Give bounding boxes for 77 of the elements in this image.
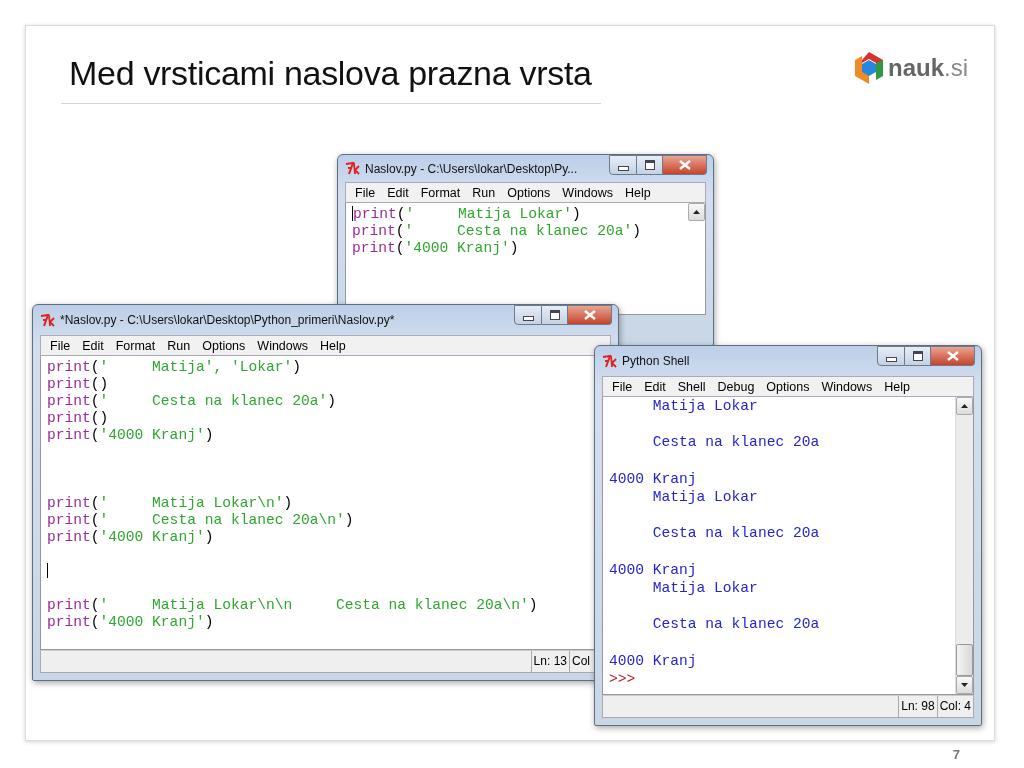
minimize-button[interactable] bbox=[609, 155, 637, 175]
code-line: print(' Matija Lokar\n\n Cesta na klanec 20a\n') bbox=[47, 596, 538, 613]
menu-item[interactable]: Format bbox=[414, 185, 467, 200]
up-arrow-icon bbox=[961, 404, 968, 408]
code-line: print() bbox=[47, 409, 109, 426]
output-line: 4000 Kranj bbox=[609, 470, 697, 487]
maximize-button[interactable] bbox=[637, 155, 663, 175]
close-button[interactable] bbox=[568, 305, 612, 325]
code-line: print('4000 Kranj') bbox=[47, 528, 214, 545]
output-line: Matija Lokar bbox=[651, 398, 758, 415]
menu-item[interactable]: Run bbox=[161, 338, 197, 353]
menu-item[interactable]: Edit bbox=[381, 185, 415, 200]
menu-item[interactable]: Run bbox=[466, 185, 502, 200]
output-line: 4000 Kranj bbox=[609, 561, 697, 578]
status-text: Col bbox=[569, 651, 592, 672]
status-text: Ln: 13 bbox=[530, 651, 569, 672]
status-text: Col: 4 bbox=[936, 696, 973, 717]
menu-item[interactable]: Windows bbox=[815, 379, 879, 394]
scrollbar-thumb[interactable] bbox=[956, 644, 973, 676]
code-line: print(' Cesta na klanec 20a') bbox=[47, 392, 337, 409]
output-line: Matija Lokar bbox=[651, 579, 758, 596]
scroll-up-button[interactable] bbox=[688, 203, 705, 221]
menu-item[interactable]: Edit bbox=[76, 338, 110, 353]
app-logo-icon bbox=[602, 353, 618, 369]
output-line: Cesta na klanec 20a bbox=[651, 525, 820, 542]
maximize-button[interactable] bbox=[542, 305, 568, 325]
menu-item[interactable]: Options bbox=[196, 338, 252, 353]
app-logo-icon bbox=[40, 312, 56, 328]
menu-item[interactable]: Options bbox=[501, 185, 557, 200]
menu-item[interactable]: Help bbox=[619, 185, 657, 200]
code-line: print() bbox=[47, 375, 109, 392]
close-button[interactable] bbox=[931, 346, 975, 366]
menu-item[interactable]: Windows bbox=[251, 338, 315, 353]
code-line: print(' Cesta na klanec 20a') bbox=[352, 222, 642, 239]
code-line: print(' Matija', 'Lokar') bbox=[47, 358, 301, 375]
logo-text: nauk.si bbox=[888, 54, 968, 82]
menu-item[interactable]: Debug bbox=[711, 379, 761, 394]
code-line: print(' Matija Lokar') bbox=[353, 205, 581, 222]
close-icon bbox=[946, 351, 959, 361]
menu-item[interactable]: Format bbox=[109, 338, 162, 353]
window-title: *Naslov.py - C:\Users\lokar\Desktop\Python_primeri\Naslov.py* bbox=[60, 313, 395, 327]
cube-logo-icon bbox=[853, 51, 885, 85]
menu-item[interactable]: Help bbox=[878, 379, 916, 394]
down-arrow-icon bbox=[961, 683, 968, 687]
window-title: Naslov.py - C:\Users\lokar\Desktop\Py... bbox=[365, 161, 578, 176]
menu-item[interactable]: Windows bbox=[556, 185, 620, 200]
close-icon bbox=[583, 310, 596, 320]
close-button[interactable] bbox=[663, 155, 707, 175]
slide-title: Med vrsticami naslova prazna vrsta bbox=[69, 53, 592, 93]
menu-item[interactable]: Options bbox=[760, 379, 816, 394]
menu-item[interactable]: Edit bbox=[638, 379, 672, 394]
close-icon bbox=[678, 160, 691, 170]
minimize-button[interactable] bbox=[514, 305, 542, 325]
output-line: 4000 Kranj bbox=[609, 652, 697, 669]
page-number: 7 bbox=[952, 747, 960, 762]
output-line: Cesta na klanec 20a bbox=[651, 616, 820, 633]
menu-item[interactable]: Shell bbox=[671, 379, 712, 394]
menu-item[interactable]: File bbox=[606, 379, 639, 394]
menu-item[interactable]: File bbox=[44, 338, 77, 353]
code-line: print(' Matija Lokar\n') bbox=[47, 494, 293, 511]
code-line: print(' Cesta na klanec 20a\n') bbox=[47, 511, 354, 528]
output-line: >>> bbox=[609, 670, 636, 687]
menu-item[interactable]: Help bbox=[314, 338, 352, 353]
code-line: print('4000 Kranj') bbox=[47, 613, 214, 630]
maximize-button[interactable] bbox=[905, 346, 931, 366]
window-title: Python Shell bbox=[622, 354, 690, 368]
output-line: Cesta na klanec 20a bbox=[651, 434, 820, 451]
up-arrow-icon bbox=[693, 210, 700, 214]
app-logo-icon bbox=[345, 161, 361, 176]
scroll-up-button[interactable] bbox=[956, 397, 973, 415]
code-line: print('4000 Kranj') bbox=[47, 426, 214, 443]
minimize-button[interactable] bbox=[877, 346, 905, 366]
scroll-down-button[interactable] bbox=[956, 676, 973, 694]
menu-item[interactable]: File bbox=[349, 185, 382, 200]
status-text: Ln: 98 bbox=[898, 696, 937, 717]
code-line: print('4000 Kranj') bbox=[352, 239, 519, 256]
output-line: Matija Lokar bbox=[651, 489, 758, 506]
